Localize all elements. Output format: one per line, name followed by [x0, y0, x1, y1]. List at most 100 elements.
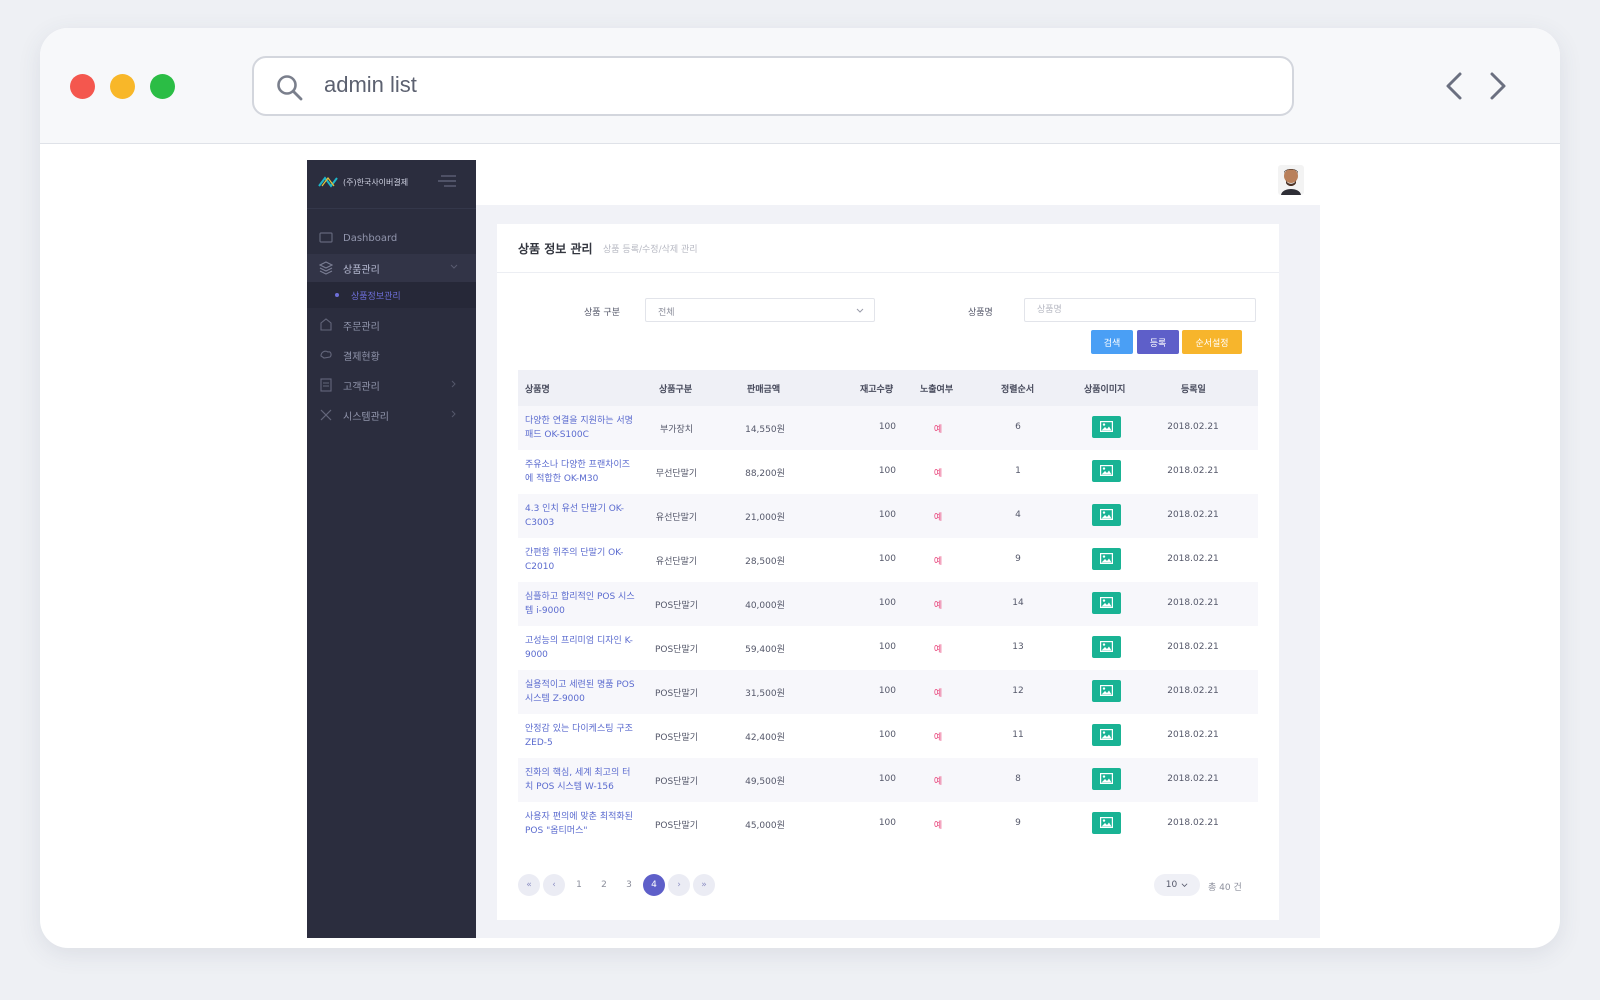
- sidebar-item-label: 주문관리: [343, 321, 380, 333]
- product-image-button[interactable]: [1092, 812, 1121, 834]
- product-visible-cell: 예: [933, 821, 943, 831]
- product-stock-cell: 100: [878, 774, 896, 784]
- forward-arrow-icon[interactable]: [1482, 68, 1512, 104]
- product-image-button[interactable]: [1092, 768, 1121, 790]
- browser-toolbar: admin list: [40, 28, 1560, 144]
- sidebar-item-label: 결제현황: [343, 351, 380, 363]
- product-visible-cell: 예: [933, 777, 943, 787]
- sidebar-item-orders[interactable]: 주문관리: [307, 311, 476, 339]
- column-header-date: 등록일: [1181, 385, 1206, 395]
- table-row[interactable]: 간편함 위주의 단말기 OK-C2010 유선단말기 28,500원 100 예 9 201…: [518, 538, 1258, 582]
- maximize-window-button[interactable]: [150, 74, 175, 99]
- product-name-link[interactable]: 진화의 핵심, 세계 최고의 터치 POS 시스템 W-156: [525, 766, 635, 794]
- column-header-name: 상품명: [525, 385, 550, 395]
- prev-page-button[interactable]: ‹: [543, 874, 565, 896]
- brand[interactable]: (주)한국사이버결제: [317, 170, 408, 194]
- product-name-link[interactable]: 주유소나 다양한 프랜차이즈에 적합한 OK-M30: [525, 458, 635, 486]
- table-row[interactable]: 4.3 인치 유선 단말기 OK-C3003 유선단말기 21,000원 100 예 4 2…: [518, 494, 1258, 538]
- table-row[interactable]: 진화의 핵심, 세계 최고의 터치 POS 시스템 W-156 POS단말기 49,…: [518, 758, 1258, 802]
- product-name-input[interactable]: [1024, 298, 1256, 322]
- product-visible-cell: 예: [933, 557, 943, 567]
- product-visible-cell: 예: [933, 689, 943, 699]
- chevron-right-icon: [451, 380, 456, 388]
- sidebar-subitem-product-info[interactable]: 상품정보관리: [307, 282, 476, 308]
- product-category-cell: POS단말기: [654, 645, 699, 655]
- product-name-link[interactable]: 사용자 편의에 맞춘 최적화된 POS "옵티머스": [525, 810, 635, 838]
- table-row[interactable]: 고성능의 프리미엄 디자인 K-9000 POS단말기 59,400원 100 예 13 2…: [518, 626, 1258, 670]
- bullet-icon: [335, 293, 339, 297]
- first-page-button[interactable]: «: [518, 874, 540, 896]
- category-select-value: 전체: [658, 308, 675, 318]
- current-page-button[interactable]: 4: [643, 874, 665, 896]
- minimize-window-button[interactable]: [110, 74, 135, 99]
- product-sort-order-cell: 12: [1012, 686, 1024, 696]
- sidebar-item-system[interactable]: 시스템관리: [307, 401, 476, 429]
- product-image-button[interactable]: [1092, 636, 1121, 658]
- product-stock-cell: 100: [878, 642, 896, 652]
- sidebar-divider: [307, 208, 476, 209]
- product-name-link[interactable]: 간편함 위주의 단말기 OK-C2010: [525, 546, 635, 574]
- product-date-cell: 2018.02.21: [1167, 598, 1219, 608]
- category-select[interactable]: 전체: [645, 298, 875, 322]
- menu-toggle-icon[interactable]: [437, 174, 457, 188]
- order-settings-button[interactable]: 순서설정: [1182, 330, 1242, 354]
- sidebar-item-label: 시스템관리: [343, 411, 389, 423]
- sidebar-item-products[interactable]: 상품관리: [307, 254, 476, 282]
- next-page-button[interactable]: ›: [668, 874, 690, 896]
- image-icon: [1100, 641, 1113, 652]
- product-visible-cell: 예: [933, 601, 943, 611]
- product-sort-order-cell: 9: [1015, 818, 1021, 828]
- avatar[interactable]: [1278, 165, 1304, 195]
- product-visible-cell: 예: [933, 645, 943, 655]
- product-price-cell: 14,550원: [745, 425, 785, 435]
- sidebar-item-dashboard[interactable]: Dashboard: [307, 224, 476, 252]
- table-row[interactable]: 심플하고 합리적인 POS 시스템 i-9000 POS단말기 40,000원 100…: [518, 582, 1258, 626]
- product-category-cell: POS단말기: [654, 689, 699, 699]
- product-image-button[interactable]: [1092, 548, 1121, 570]
- register-button[interactable]: 등록: [1137, 330, 1179, 354]
- product-price-cell: 42,400원: [745, 733, 785, 743]
- product-name-link[interactable]: 다양한 연결을 지원하는 서명패드 OK-S100C: [525, 414, 635, 442]
- browser-window: admin list (주)한국사이버결제 Dashboard 상품관리 상품정…: [40, 28, 1560, 948]
- product-date-cell: 2018.02.21: [1167, 730, 1219, 740]
- table-row[interactable]: 실용적이고 세련된 명품 POS 시스템 Z-9000 POS단말기 31,500원…: [518, 670, 1258, 714]
- brand-logo-icon: [318, 176, 338, 188]
- close-window-button[interactable]: [70, 74, 95, 99]
- product-date-cell: 2018.02.21: [1167, 774, 1219, 784]
- product-name-link[interactable]: 안정감 있는 다이케스팅 구조 ZED-5: [525, 722, 635, 750]
- product-image-button[interactable]: [1092, 460, 1121, 482]
- search-button[interactable]: 검색: [1091, 330, 1133, 354]
- per-page-select[interactable]: 10: [1154, 874, 1200, 896]
- product-name-link[interactable]: 고성능의 프리미엄 디자인 K-9000: [525, 634, 635, 662]
- sidebar-item-payments[interactable]: 결제현황: [307, 341, 476, 369]
- last-page-button[interactable]: »: [693, 874, 715, 896]
- table-row[interactable]: 안정감 있는 다이케스팅 구조 ZED-5 POS단말기 42,400원 100 예 11…: [518, 714, 1258, 758]
- address-bar[interactable]: admin list: [252, 56, 1294, 116]
- product-image-button[interactable]: [1092, 416, 1121, 438]
- card-header: 상품 정보 관리 상품 등록/수정/삭제 관리: [497, 224, 1279, 273]
- chevron-down-icon: [450, 264, 458, 269]
- back-arrow-icon[interactable]: [1440, 68, 1470, 104]
- product-name-link[interactable]: 실용적이고 세련된 명품 POS 시스템 Z-9000: [525, 678, 635, 706]
- product-stock-cell: 100: [878, 686, 896, 696]
- sidebar-item-label: 상품관리: [343, 264, 380, 276]
- table-row[interactable]: 다양한 연결을 지원하는 서명패드 OK-S100C 부가장치 14,550원 100…: [518, 406, 1258, 450]
- table-row[interactable]: 사용자 편의에 맞춘 최적화된 POS "옵티머스" POS단말기 45,000원 1…: [518, 802, 1258, 846]
- product-sort-order-cell: 9: [1015, 554, 1021, 564]
- product-image-button[interactable]: [1092, 724, 1121, 746]
- product-price-cell: 49,500원: [745, 777, 785, 787]
- page-title: 상품 정보 관리: [518, 242, 593, 256]
- product-image-button[interactable]: [1092, 680, 1121, 702]
- table-row[interactable]: 주유소나 다양한 프랜차이즈에 적합한 OK-M30 무선단말기 88,200원 10…: [518, 450, 1258, 494]
- product-image-button[interactable]: [1092, 592, 1121, 614]
- page-button[interactable]: 1: [568, 874, 590, 896]
- sidebar-item-customers[interactable]: 고객관리: [307, 371, 476, 399]
- product-name-link[interactable]: 4.3 인치 유선 단말기 OK-C3003: [525, 502, 635, 530]
- page-button[interactable]: 3: [618, 874, 640, 896]
- product-name-link[interactable]: 심플하고 합리적인 POS 시스템 i-9000: [525, 590, 635, 618]
- product-price-cell: 88,200원: [745, 469, 785, 479]
- product-image-button[interactable]: [1092, 504, 1121, 526]
- sidebar-item-label: 고객관리: [343, 381, 380, 393]
- page-button[interactable]: 2: [593, 874, 615, 896]
- product-visible-cell: 예: [933, 469, 943, 479]
